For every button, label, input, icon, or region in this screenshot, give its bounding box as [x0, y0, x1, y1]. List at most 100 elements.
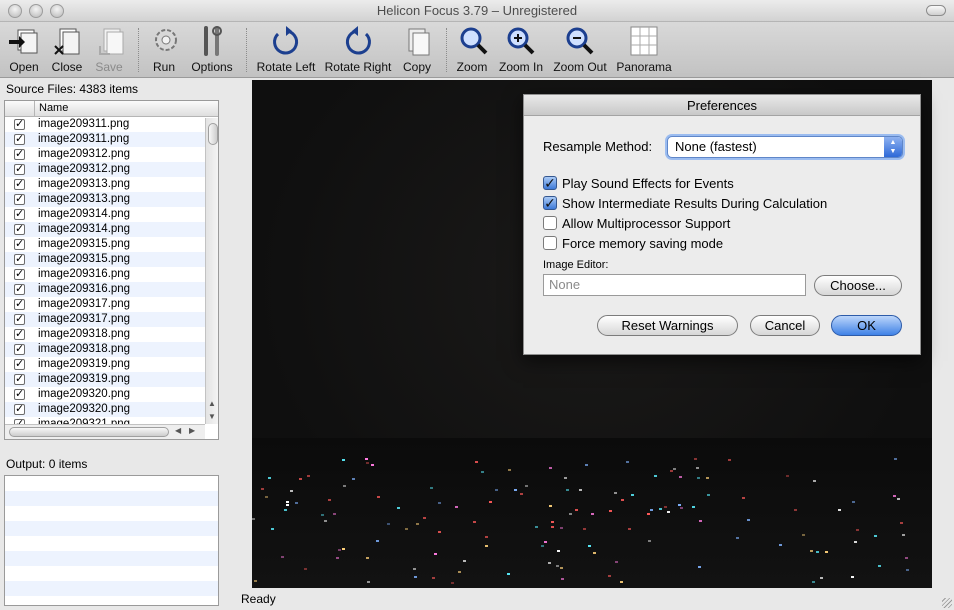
- close-button[interactable]: Close: [50, 24, 84, 74]
- file-row[interactable]: ✓ image209315.png: [5, 252, 218, 267]
- city-light: [548, 562, 551, 564]
- open-button[interactable]: Open: [6, 24, 42, 74]
- file-row[interactable]: ✓ image209311.png: [5, 132, 218, 147]
- file-checkbox[interactable]: ✓: [14, 179, 25, 190]
- file-name: image209320.png: [38, 388, 131, 400]
- city-light: [747, 519, 750, 521]
- file-list-vertical-scrollbar[interactable]: ▲ ▼: [205, 118, 218, 424]
- multiprocessor-checkbox[interactable]: [543, 216, 557, 230]
- file-checkbox[interactable]: ✓: [14, 194, 25, 205]
- zoom-button[interactable]: Zoom: [456, 24, 488, 74]
- file-checkbox[interactable]: ✓: [14, 314, 25, 325]
- file-row[interactable]: ✓ image209317.png: [5, 297, 218, 312]
- reset-warnings-button[interactable]: Reset Warnings: [597, 315, 738, 336]
- toolbar-toggle-button[interactable]: [926, 5, 946, 16]
- scroll-right-arrow-icon[interactable]: ▶: [189, 426, 195, 435]
- output-list[interactable]: [4, 475, 219, 606]
- file-checkbox[interactable]: ✓: [14, 134, 25, 145]
- checkbox-column-header[interactable]: [5, 101, 35, 116]
- file-checkbox[interactable]: ✓: [14, 374, 25, 385]
- run-button[interactable]: Run: [148, 24, 180, 74]
- file-checkbox[interactable]: ✓: [14, 254, 25, 265]
- minimize-window-button[interactable]: [29, 4, 43, 18]
- panorama-button[interactable]: Panorama: [616, 24, 672, 74]
- file-row[interactable]: ✓ image209316.png: [5, 282, 218, 297]
- preferences-title: Preferences: [524, 95, 920, 116]
- city-light: [678, 504, 681, 506]
- scroll-down-arrow-icon[interactable]: ▼: [208, 412, 216, 421]
- file-row[interactable]: ✓ image209320.png: [5, 402, 218, 417]
- city-light: [736, 537, 739, 539]
- file-checkbox[interactable]: ✓: [14, 119, 25, 130]
- city-light: [564, 477, 567, 479]
- vertical-scroll-thumb[interactable]: [208, 123, 218, 145]
- file-checkbox[interactable]: ✓: [14, 284, 25, 295]
- city-light: [371, 464, 374, 466]
- city-light: [286, 504, 289, 506]
- city-light: [544, 541, 547, 543]
- choose-button[interactable]: Choose...: [814, 275, 902, 296]
- file-row[interactable]: ✓ image209318.png: [5, 327, 218, 342]
- toolbar-separator: [138, 28, 139, 72]
- file-row[interactable]: ✓ image209317.png: [5, 312, 218, 327]
- zoom-out-button[interactable]: Zoom Out: [552, 24, 608, 74]
- file-checkbox[interactable]: ✓: [14, 149, 25, 160]
- file-row[interactable]: ✓ image209313.png: [5, 192, 218, 207]
- file-row[interactable]: ✓ image209319.png: [5, 372, 218, 387]
- zoom-window-button[interactable]: [50, 4, 64, 18]
- rotate-right-button[interactable]: Rotate Right: [324, 24, 392, 74]
- file-row[interactable]: ✓ image209313.png: [5, 177, 218, 192]
- file-checkbox[interactable]: ✓: [14, 359, 25, 370]
- play-sound-checkbox[interactable]: ✓: [543, 176, 557, 190]
- city-light: [438, 531, 441, 533]
- copy-button[interactable]: Copy: [401, 24, 433, 74]
- file-name: image209314.png: [38, 223, 131, 235]
- ok-button[interactable]: OK: [831, 315, 902, 336]
- resample-method-select[interactable]: None (fastest) ▲ ▼: [667, 136, 903, 158]
- file-row[interactable]: ✓ image209316.png: [5, 267, 218, 282]
- file-row[interactable]: ✓ image209320.png: [5, 387, 218, 402]
- file-row[interactable]: ✓ image209314.png: [5, 222, 218, 237]
- play-sound-label: Play Sound Effects for Events: [562, 176, 734, 191]
- memory-saving-checkbox[interactable]: [543, 236, 557, 250]
- city-light: [902, 534, 905, 536]
- file-checkbox[interactable]: ✓: [14, 389, 25, 400]
- file-list-horizontal-scrollbar[interactable]: ◀ ▶: [5, 424, 205, 439]
- scroll-left-arrow-icon[interactable]: ◀: [175, 426, 181, 435]
- file-row[interactable]: ✓ image209314.png: [5, 207, 218, 222]
- file-checkbox[interactable]: ✓: [14, 344, 25, 355]
- file-row[interactable]: ✓ image209312.png: [5, 162, 218, 177]
- window-title: Helicon Focus 3.79 – Unregistered: [376, 3, 578, 18]
- rotate-left-button[interactable]: Rotate Left: [256, 24, 316, 74]
- memory-saving-label: Force memory saving mode: [562, 236, 724, 251]
- source-file-list[interactable]: Name ✓ image209311.png ✓ image209311.png ✓ im…: [4, 100, 219, 440]
- show-intermediate-checkbox[interactable]: ✓: [543, 196, 557, 210]
- horizontal-scroll-thumb[interactable]: [9, 427, 169, 437]
- file-checkbox[interactable]: ✓: [14, 299, 25, 310]
- name-column-header[interactable]: Name: [39, 102, 68, 114]
- file-name: image209311.png: [38, 118, 130, 130]
- file-row[interactable]: ✓ image209319.png: [5, 357, 218, 372]
- image-editor-field[interactable]: None: [543, 274, 806, 296]
- options-button[interactable]: Options: [189, 24, 235, 74]
- file-row[interactable]: ✓ image209318.png: [5, 342, 218, 357]
- file-checkbox[interactable]: ✓: [14, 209, 25, 220]
- file-checkbox[interactable]: ✓: [14, 164, 25, 175]
- resize-grip[interactable]: [942, 598, 952, 608]
- file-checkbox[interactable]: ✓: [14, 269, 25, 280]
- city-light: [851, 576, 854, 578]
- scroll-up-arrow-icon[interactable]: ▲: [208, 399, 216, 408]
- file-row[interactable]: ✓ image209312.png: [5, 147, 218, 162]
- file-checkbox[interactable]: ✓: [14, 239, 25, 250]
- save-button[interactable]: Save: [94, 24, 124, 74]
- cancel-button[interactable]: Cancel: [750, 315, 820, 336]
- zoom-in-button[interactable]: Zoom In: [498, 24, 544, 74]
- file-row[interactable]: ✓ image209311.png: [5, 117, 218, 132]
- close-window-button[interactable]: [8, 4, 22, 18]
- rotate-left-icon: [273, 26, 299, 55]
- file-checkbox[interactable]: ✓: [14, 329, 25, 340]
- file-checkbox[interactable]: ✓: [14, 224, 25, 235]
- file-checkbox[interactable]: ✓: [14, 404, 25, 415]
- file-row[interactable]: ✓ image209315.png: [5, 237, 218, 252]
- city-light: [507, 573, 510, 575]
